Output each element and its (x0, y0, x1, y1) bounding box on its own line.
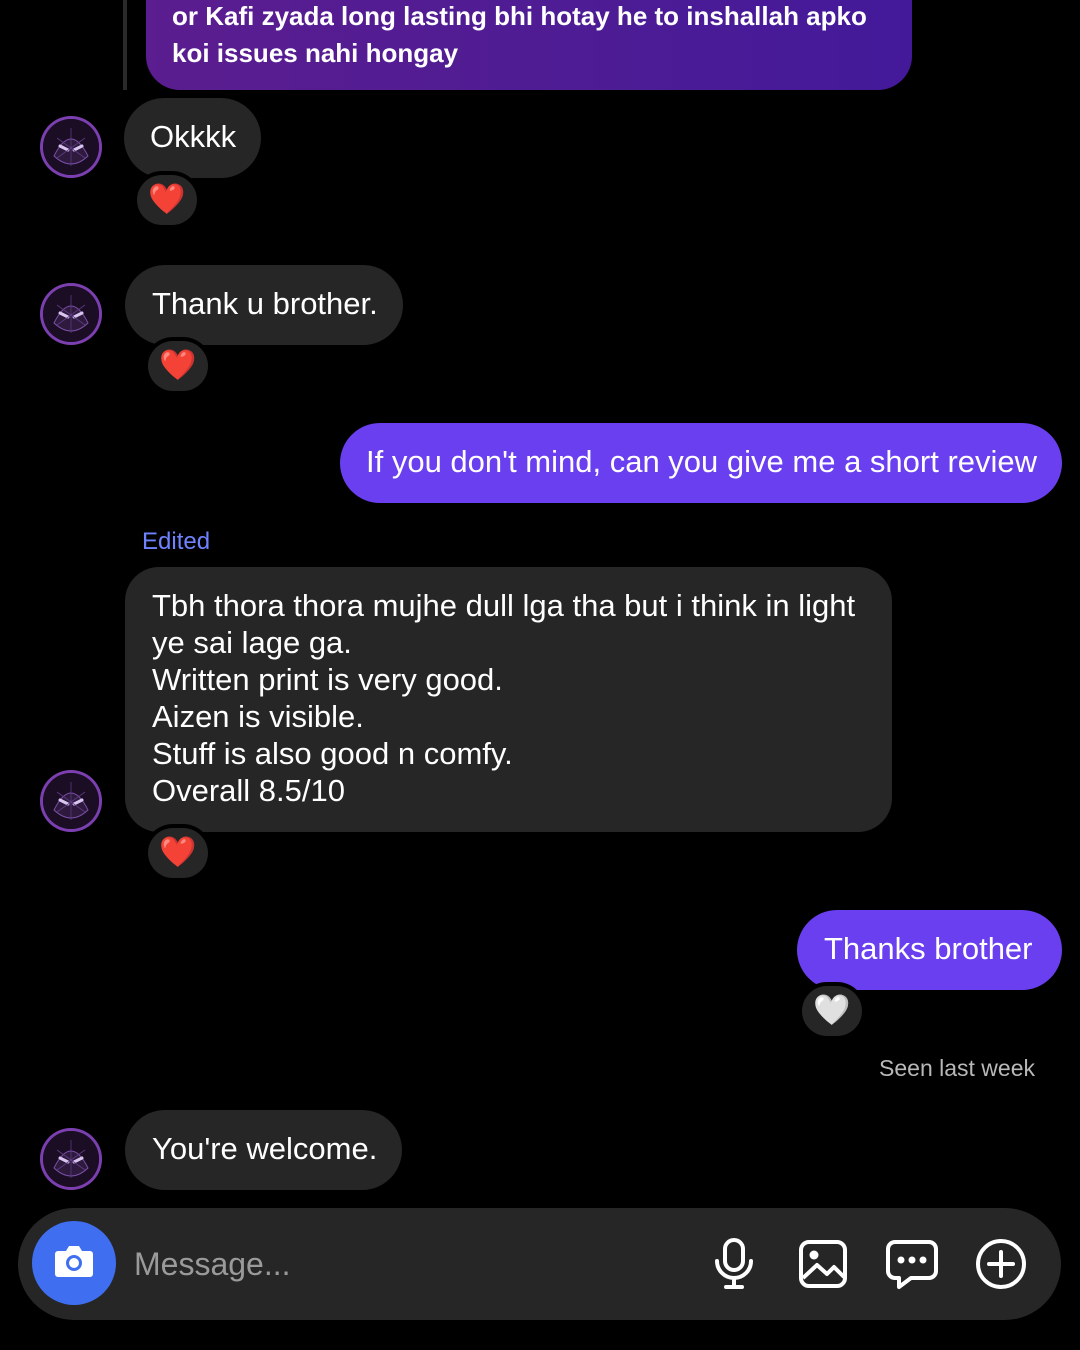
message-line: Overall 8.5/10 (152, 773, 345, 808)
message-line: Written print is very good. (152, 662, 503, 697)
outgoing-message-bubble[interactable]: If you don't mind, can you give me a sho… (340, 423, 1062, 503)
incoming-message-bubble[interactable]: Tbh thora thora mujhe dull lga tha but i… (125, 567, 892, 832)
quoted-message-bubble[interactable]: or Kafi zyada long lasting bhi hotay he … (146, 0, 912, 90)
edited-label: Edited (142, 528, 211, 555)
heart-reaction[interactable]: ❤️ (148, 828, 208, 878)
incoming-message-bubble[interactable]: Thank u brother. (125, 265, 403, 345)
contact-avatar[interactable] (40, 770, 102, 832)
message-text: You're welcome. (152, 1131, 378, 1166)
outgoing-message-bubble[interactable]: Thanks brother (797, 910, 1062, 990)
add-button[interactable] (973, 1238, 1029, 1294)
microphone-button[interactable] (706, 1237, 762, 1296)
contact-avatar[interactable] (40, 116, 102, 178)
message-line: Aizen is visible. (152, 699, 364, 734)
sticker-chat-button[interactable] (884, 1238, 940, 1294)
camera-icon (52, 1241, 96, 1286)
heart-reaction[interactable]: ❤️ (148, 341, 208, 391)
message-line: Tbh thora thora mujhe dull lga tha but i… (152, 588, 856, 623)
message-text: Thank u brother. (152, 286, 378, 321)
incoming-message-bubble[interactable]: You're welcome. (125, 1110, 402, 1190)
heart-icon: ❤️ (159, 836, 197, 869)
camera-button[interactable] (32, 1221, 116, 1305)
microphone-icon (712, 1237, 756, 1296)
heart-icon: ❤️ (159, 349, 197, 382)
white-heart-reaction[interactable]: 🤍 (802, 986, 862, 1036)
heart-icon: ❤️ (148, 183, 186, 216)
message-text: Thanks brother (824, 931, 1033, 966)
message-line: Stuff is also good n comfy. (152, 736, 513, 771)
reply-thread-line (123, 0, 127, 90)
gallery-button[interactable] (795, 1238, 851, 1294)
gallery-icon (797, 1238, 849, 1295)
sticker-chat-icon (885, 1238, 939, 1295)
contact-avatar[interactable] (40, 1128, 102, 1190)
seen-status: Seen last week (879, 1055, 1035, 1081)
message-line: ye sai lage ga. (152, 625, 352, 660)
incoming-message-bubble[interactable]: Okkkk (124, 98, 261, 178)
message-text: If you don't mind, can you give me a sho… (366, 444, 1038, 479)
heart-reaction[interactable]: ❤️ (137, 175, 197, 225)
contact-avatar[interactable] (40, 283, 102, 345)
add-circle-icon (974, 1237, 1028, 1296)
message-input[interactable] (134, 1240, 674, 1288)
message-text: Okkkk (150, 119, 237, 154)
white-heart-icon: 🤍 (813, 994, 851, 1027)
